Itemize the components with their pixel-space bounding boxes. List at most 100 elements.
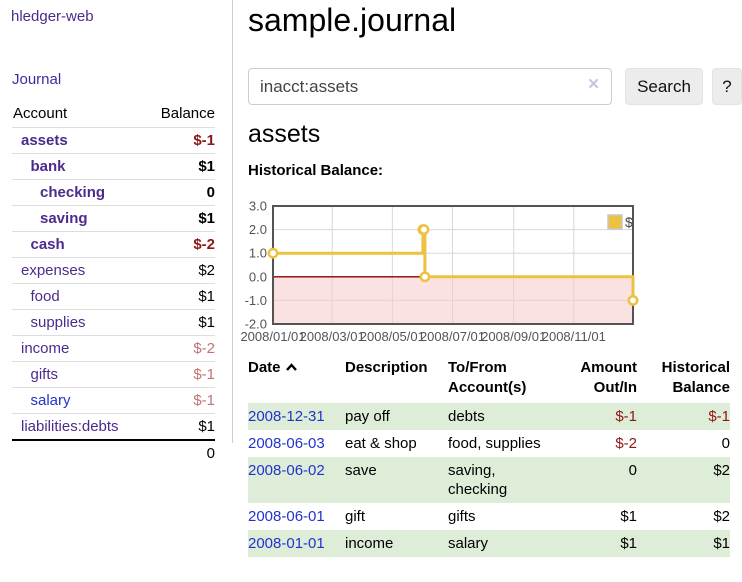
account-row: food $1 (12, 284, 215, 310)
svg-text:2008/07/01: 2008/07/01 (420, 329, 485, 344)
account-balance: $1 (114, 284, 216, 310)
account-link[interactable]: bank (31, 158, 66, 175)
account-row: saving$1 (12, 206, 215, 232)
account-row: expenses $2 (12, 258, 215, 284)
register-header-description: Description (345, 356, 448, 403)
account-balance: $1 (114, 310, 216, 336)
transaction-amount: $-1 (565, 403, 637, 430)
transaction-balance: $-1 (637, 403, 730, 430)
account-balance: $-1 (114, 362, 216, 388)
svg-text:3.0: 3.0 (249, 199, 267, 214)
transaction-balance: $1 (637, 530, 730, 557)
account-row: liabilities:debts$1 (12, 414, 215, 441)
search-button[interactable]: Search (625, 68, 703, 105)
account-link[interactable]: food (31, 288, 60, 305)
svg-text:2.0: 2.0 (249, 222, 267, 237)
search-input[interactable] (248, 68, 612, 105)
svg-text:2008/05/01: 2008/05/01 (360, 329, 425, 344)
transaction-accounts: salary (448, 530, 565, 557)
chart-container: 3.02.01.00.0-1.0-2.02008/01/012008/03/01… (240, 198, 650, 355)
account-row: bank $1 (12, 154, 215, 180)
accounts-table: Account Balance assets$-1bank$1checking0… (12, 101, 215, 466)
page-title: sample.journal (248, 2, 456, 39)
account-link[interactable]: saving (40, 210, 88, 227)
account-row: assets$-1 (12, 128, 215, 154)
account-row: salary $-1 (12, 388, 215, 414)
svg-text:-1.0: -1.0 (245, 293, 267, 308)
account-row: checking 0 (12, 180, 215, 206)
register-header-balance: Historical Balance (637, 356, 730, 403)
chart-legend-label: $ (625, 214, 633, 230)
clear-search-icon[interactable]: × (588, 74, 599, 96)
account-link[interactable]: liabilities:debts (21, 418, 119, 435)
search-form: × Search ? (248, 68, 742, 105)
transaction-description: eat & shop (345, 430, 448, 457)
transaction-description: income (345, 530, 448, 557)
help-button[interactable]: ? (712, 68, 742, 105)
account-row: gifts $-1 (12, 362, 215, 388)
sort-asc-icon (285, 358, 298, 378)
transaction-balance: $2 (637, 503, 730, 530)
account-balance: $2 (114, 258, 216, 284)
transaction-date-link[interactable]: 2008-06-02 (248, 462, 325, 479)
accounts-total-row: 0 (12, 440, 215, 466)
account-row: cash $-2 (12, 232, 215, 258)
register-header-date[interactable]: Date (248, 356, 345, 403)
svg-text:2008/09/01: 2008/09/01 (481, 329, 546, 344)
transaction-description: pay off (345, 403, 448, 430)
account-link[interactable]: assets (21, 132, 68, 149)
account-link[interactable]: checking (40, 184, 105, 201)
transaction-accounts: gifts (448, 503, 565, 530)
transaction-description: gift (345, 503, 448, 530)
transaction-amount: $1 (565, 530, 637, 557)
transaction-amount: 0 (565, 457, 637, 503)
transaction-accounts: food, supplies (448, 430, 565, 457)
account-link[interactable]: supplies (31, 314, 86, 331)
register-header-account: To/From Account(s) (448, 356, 565, 403)
transaction-description: save (345, 457, 448, 503)
svg-text:2008/11/01: 2008/11/01 (542, 329, 606, 344)
table-row: 2008-06-03 eat & shopfood, supplies$-20 (248, 430, 730, 457)
accounts-header-account: Account (12, 101, 114, 128)
account-link[interactable]: gifts (31, 366, 59, 383)
account-row: income $-2 (12, 336, 215, 362)
account-page-title: assets (248, 120, 320, 149)
table-row: 2008-01-01incomesalary$1$1 (248, 530, 730, 557)
svg-text:2008/01/01: 2008/01/01 (240, 329, 305, 344)
table-row: 2008-06-02 savesaving, checking0$2 (248, 457, 730, 503)
transaction-date-link[interactable]: 2008-06-03 (248, 435, 325, 452)
account-link[interactable]: salary (31, 392, 71, 409)
accounts-header-balance: Balance (114, 101, 216, 128)
transaction-balance: $2 (637, 457, 730, 503)
transaction-accounts: saving, checking (448, 457, 565, 503)
transaction-balance: 0 (637, 430, 730, 457)
sidebar-item-journal[interactable]: Journal (12, 71, 61, 88)
account-balance: $-2 (114, 336, 216, 362)
register-table: Date Description To/From Account(s) Amou… (248, 356, 730, 557)
transaction-date-link[interactable]: 2008-12-31 (248, 408, 325, 425)
svg-text:1.0: 1.0 (249, 246, 267, 261)
accounts-rows: assets$-1bank$1checking0saving$1cash$-2e… (12, 128, 215, 441)
account-balance: $-1 (114, 388, 216, 414)
transaction-accounts: debts (448, 403, 565, 430)
svg-text:2008/03/01: 2008/03/01 (300, 329, 365, 344)
account-link[interactable]: income (21, 340, 69, 357)
accounts-total-value: 0 (114, 440, 216, 466)
account-balance: $-2 (114, 232, 216, 258)
register-header-amount: Amount Out/In (565, 356, 637, 403)
svg-text:0.0: 0.0 (249, 269, 267, 284)
account-balance: $1 (114, 154, 216, 180)
account-link[interactable]: expenses (21, 262, 85, 279)
transaction-date-link[interactable]: 2008-06-01 (248, 508, 325, 525)
account-link[interactable]: cash (31, 236, 65, 253)
transaction-amount: $-2 (565, 430, 637, 457)
transaction-date-link[interactable]: 2008-01-01 (248, 535, 325, 552)
account-balance: $1 (114, 414, 216, 441)
table-row: 2008-12-31pay offdebts$-1$-1 (248, 403, 730, 430)
historical-balance-chart: 3.02.01.00.0-1.0-2.02008/01/012008/03/01… (240, 198, 650, 350)
sidebar-divider (232, 0, 233, 443)
app-brand-link[interactable]: hledger-web (11, 8, 94, 25)
account-balance: 0 (114, 180, 216, 206)
register-rows: 2008-12-31pay offdebts$-1$-12008-06-03ea… (248, 403, 730, 557)
table-row: 2008-06-01giftgifts$1$2 (248, 503, 730, 530)
